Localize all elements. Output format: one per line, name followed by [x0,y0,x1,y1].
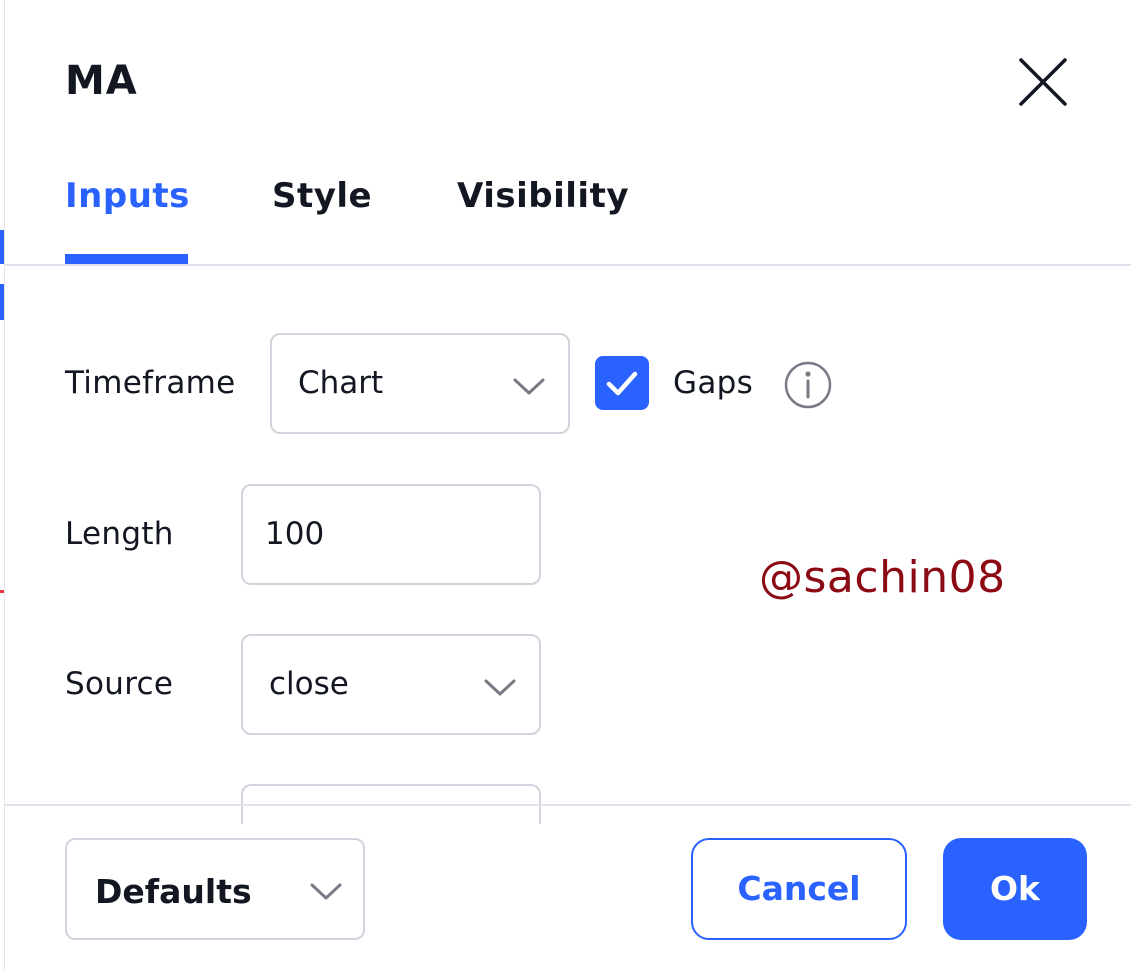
close-button[interactable] [1015,54,1071,110]
length-label: Length [65,516,174,552]
watermark-text: @sachin08 [759,552,1006,603]
info-button[interactable] [783,360,833,410]
checkmark-icon [606,371,638,396]
tab-inputs[interactable]: Inputs [65,176,190,216]
chevron-down-icon [484,679,516,696]
timeframe-select[interactable]: Chart [270,333,570,434]
source-select[interactable]: close [241,634,541,735]
active-tab-indicator [65,254,188,264]
chevron-down-icon [513,378,545,395]
source-label: Source [65,666,174,702]
timeframe-value: Chart [298,365,384,401]
defaults-dropdown[interactable]: Defaults [65,838,365,940]
tab-visibility[interactable]: Visibility [457,176,629,216]
close-icon [1019,58,1067,106]
defaults-label: Defaults [95,872,252,911]
length-value: 100 [265,516,325,552]
chevron-down-icon [310,883,342,900]
gaps-label: Gaps [673,365,754,401]
footer-divider [5,804,1131,806]
tab-style[interactable]: Style [272,176,372,216]
ok-button[interactable]: Ok [943,838,1087,940]
dialog-title: MA [65,58,138,104]
gaps-checkbox[interactable] [595,356,649,410]
indicator-settings-dialog: MA Inputs Style Visibility Timeframe Cha… [4,0,1131,970]
tab-bar: Inputs Style Visibility [5,160,1131,266]
cancel-button[interactable]: Cancel [691,838,907,940]
timeframe-label: Timeframe [65,365,236,401]
source-value: close [269,666,349,702]
length-input[interactable]: 100 [241,484,541,585]
info-icon [784,361,832,409]
